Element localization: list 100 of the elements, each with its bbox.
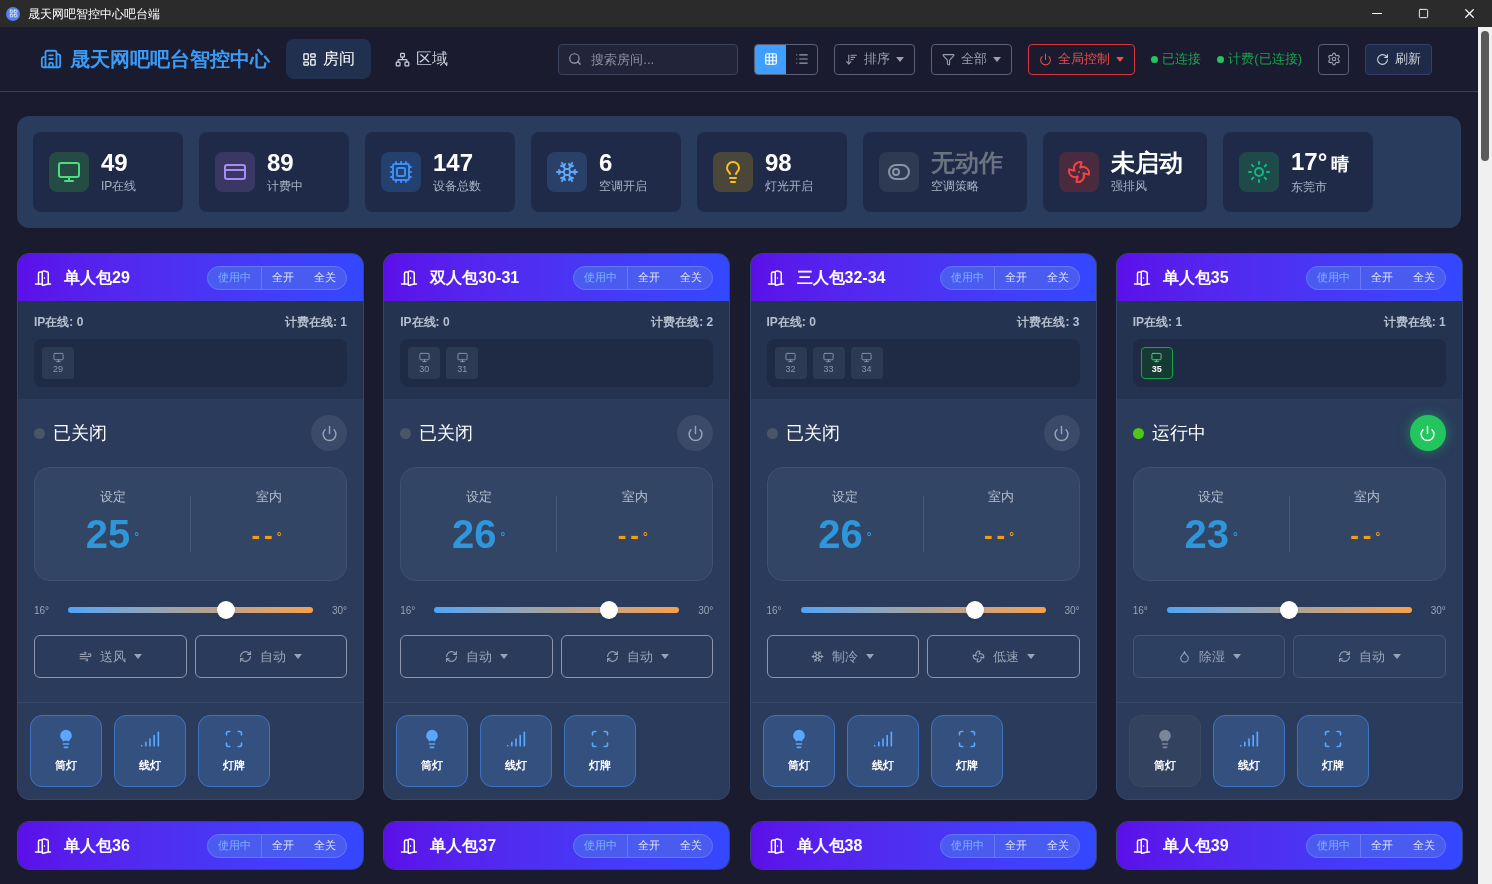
mode-dropdown[interactable]: 自动 <box>400 635 553 678</box>
light-button[interactable]: 灯牌 <box>930 715 1003 787</box>
light-button[interactable]: 灯牌 <box>198 715 270 787</box>
fan-speed-dropdown[interactable]: 自动 <box>1293 635 1446 678</box>
connection-status: 计费(已连接) <box>1228 50 1302 69</box>
pc-tile[interactable]: 31 <box>446 347 479 379</box>
view-toggle[interactable] <box>755 44 787 74</box>
power-button[interactable] <box>1409 415 1446 451</box>
pc-tile[interactable]: 29 <box>42 347 74 379</box>
pc-number: 33 <box>823 362 834 375</box>
status-badge: 使用中 <box>940 834 995 857</box>
indoor-temperature: --° <box>251 518 286 552</box>
light-button[interactable]: 线灯 <box>480 715 553 787</box>
pc-tile[interactable]: 34 <box>850 347 883 379</box>
status-badge: 使用中 <box>574 834 629 857</box>
set-label: 设定 <box>465 487 492 506</box>
refresh-button[interactable]: 刷新 <box>1365 43 1432 75</box>
fan-speed-dropdown[interactable]: 自动 <box>560 635 714 678</box>
room-action-button[interactable]: 全关 <box>1036 266 1079 289</box>
stat-value: 89 <box>267 149 294 177</box>
nav-tab[interactable]: 房间 <box>286 39 371 79</box>
temperature-slider[interactable] <box>800 601 1046 619</box>
min-temperature: 16° <box>34 603 51 618</box>
mode-dropdown[interactable]: 制冷 <box>766 635 919 678</box>
minimize-icon <box>1372 13 1382 14</box>
light-button[interactable]: 灯牌 <box>1296 715 1369 787</box>
pc-tile[interactable]: 32 <box>774 347 807 379</box>
room-name: 单人包38 <box>796 835 863 856</box>
set-label: 设定 <box>1198 487 1225 506</box>
pc-tile[interactable]: 35 <box>1140 347 1173 379</box>
pc-number: 29 <box>53 362 63 375</box>
slider-thumb[interactable] <box>966 601 985 619</box>
status-badge: 使用中 <box>1306 834 1361 857</box>
room-action-button[interactable]: 全关 <box>304 266 346 289</box>
room-action-button[interactable]: 全关 <box>1402 266 1445 289</box>
room-action-button[interactable]: 全开 <box>994 834 1037 857</box>
room-action-button[interactable]: 全开 <box>628 834 671 857</box>
ac-status: 已关闭 <box>419 421 474 445</box>
fan-icon <box>1059 152 1099 192</box>
stat-value: 17° <box>1291 148 1328 176</box>
pc-tile[interactable]: 30 <box>408 347 441 379</box>
sort-icon <box>845 52 859 66</box>
sort-dropdown[interactable]: 排序 <box>834 43 916 75</box>
room-action-button[interactable]: 全开 <box>262 834 304 857</box>
room-action-button[interactable]: 全开 <box>628 266 671 289</box>
power-icon <box>686 424 704 442</box>
temperature-slider[interactable] <box>1166 601 1412 619</box>
stat-label: 强排风 <box>1111 178 1148 195</box>
droplet-icon <box>1177 650 1191 663</box>
slider-thumb[interactable] <box>1280 601 1299 619</box>
temperature-slider[interactable] <box>434 601 680 619</box>
room-name: 单人包39 <box>1162 835 1229 856</box>
pc-tile[interactable]: 33 <box>812 347 845 379</box>
mode-dropdown[interactable]: 除湿 <box>1132 635 1286 678</box>
power-button[interactable] <box>311 415 347 451</box>
stat-label: 空调开启 <box>599 178 647 195</box>
door-icon <box>400 268 419 287</box>
room-action-button[interactable]: 全关 <box>304 834 346 857</box>
room-name: 三人包32-34 <box>796 267 886 288</box>
room-action-button[interactable]: 全关 <box>1036 834 1079 857</box>
light-button[interactable]: 筒灯 <box>30 715 102 787</box>
settings-button[interactable] <box>1318 43 1349 75</box>
caret-icon <box>1026 654 1035 659</box>
room-action-button[interactable]: 全开 <box>994 266 1037 289</box>
light-button[interactable]: 灯牌 <box>564 715 637 787</box>
power-icon <box>1419 424 1437 442</box>
fan-speed-dropdown[interactable]: 自动 <box>194 635 347 678</box>
room-action-button[interactable]: 全开 <box>1360 266 1403 289</box>
room-action-button[interactable]: 全关 <box>670 834 713 857</box>
light-button[interactable]: 线灯 <box>114 715 186 787</box>
global-control-dropdown[interactable]: 全局控制 <box>1028 43 1136 75</box>
chip-icon <box>381 152 421 192</box>
slider-thumb[interactable] <box>600 601 619 619</box>
slider-thumb[interactable] <box>216 601 235 619</box>
light-button[interactable]: 筒灯 <box>1128 715 1201 787</box>
caret-icon <box>133 654 142 659</box>
filter-dropdown[interactable]: 全部 <box>931 43 1013 75</box>
sun-icon <box>1239 152 1279 192</box>
room-action-button[interactable]: 全关 <box>1402 834 1445 857</box>
temperature-slider[interactable] <box>68 601 313 619</box>
light-button[interactable]: 线灯 <box>1212 715 1285 787</box>
room-name: 单人包35 <box>1162 267 1229 288</box>
indoor-label: 室内 <box>255 488 282 507</box>
ip-online-count: IP在线: 0 <box>766 314 816 331</box>
search-field[interactable]: 搜索房间... <box>558 43 739 75</box>
stat-value: 6 <box>599 149 613 177</box>
indoor-temperature: --° <box>1350 518 1385 552</box>
light-button[interactable]: 筒灯 <box>762 715 835 787</box>
refresh-icon <box>1376 52 1389 66</box>
room-action-button[interactable]: 全开 <box>262 266 304 289</box>
wind-icon <box>78 650 92 663</box>
light-button[interactable]: 筒灯 <box>396 715 469 787</box>
power-button[interactable] <box>677 415 714 451</box>
light-button[interactable]: 线灯 <box>846 715 919 787</box>
room-action-button[interactable]: 全关 <box>670 266 713 289</box>
room-action-button[interactable]: 全开 <box>1360 834 1403 857</box>
nav-tab[interactable]: 区域 <box>379 39 464 79</box>
power-button[interactable] <box>1043 415 1080 451</box>
fan-speed-dropdown[interactable]: 低速 <box>927 635 1080 678</box>
mode-dropdown[interactable]: 送风 <box>34 635 187 678</box>
